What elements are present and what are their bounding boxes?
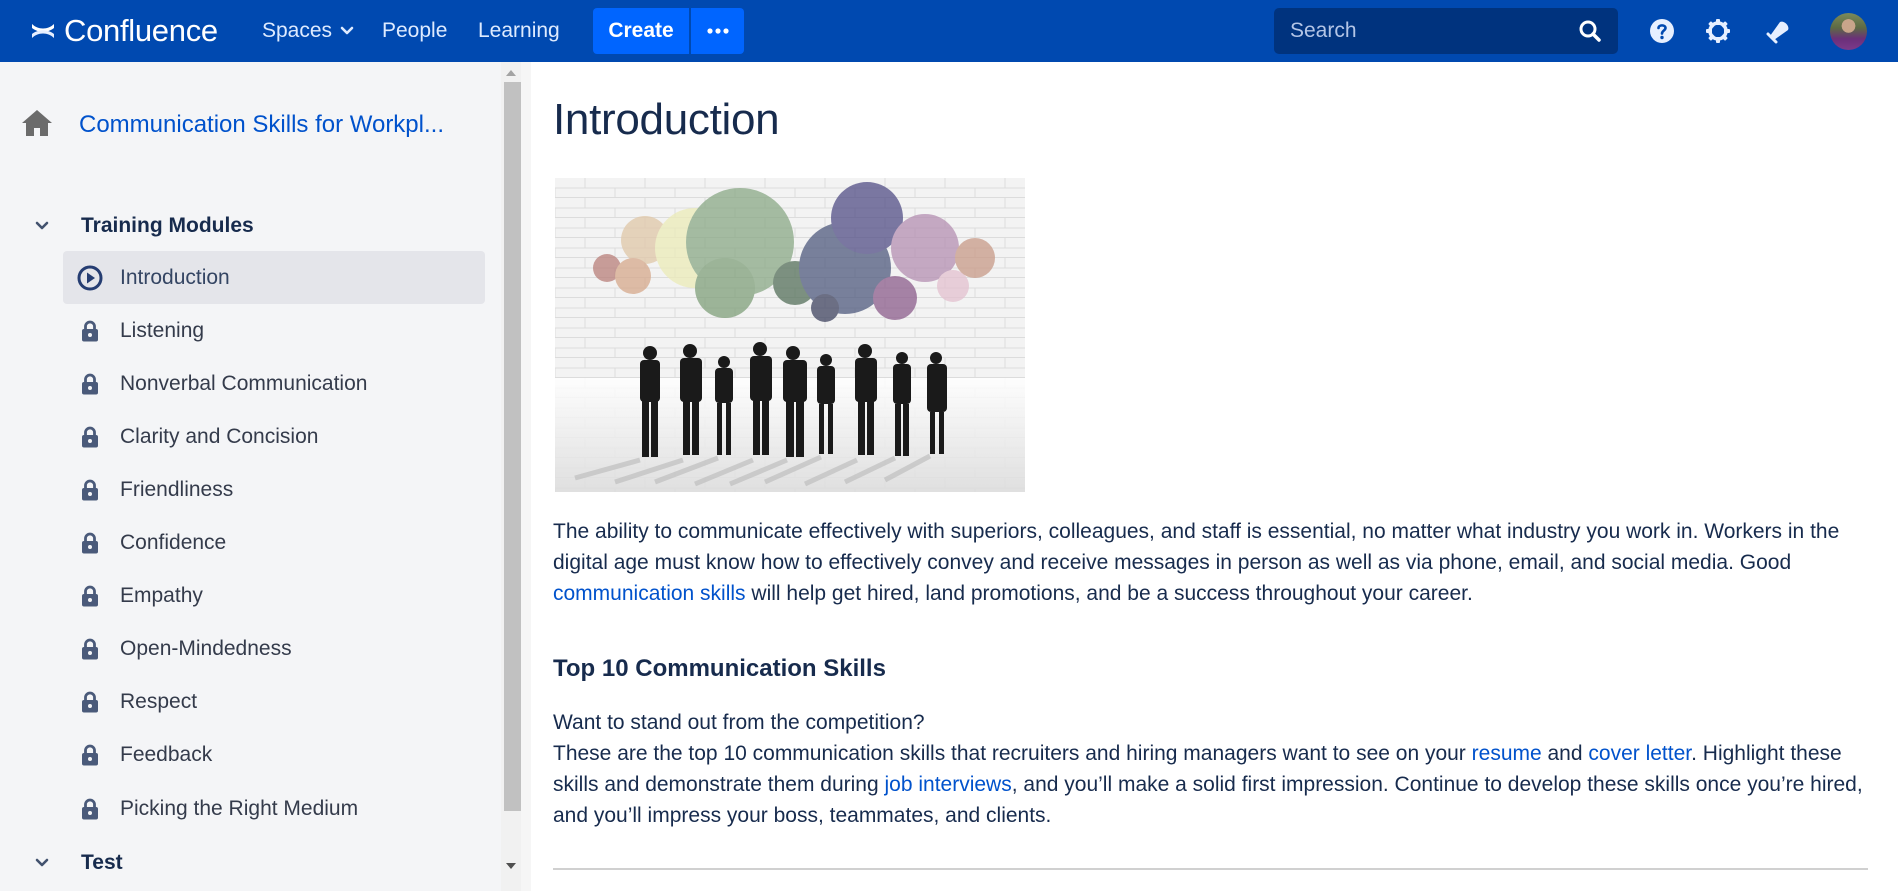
help-button[interactable]: [1648, 17, 1676, 45]
page-content: Introduction The ability to communicate …: [553, 62, 1868, 891]
tree-item-label: Clarity and Concision: [120, 424, 319, 448]
lock-icon: [77, 636, 103, 662]
tree-item-empathy[interactable]: Empathy: [63, 569, 485, 622]
section-label: Training Modules: [81, 214, 254, 237]
home-icon: [22, 110, 52, 136]
tree-item-label: Listening: [120, 318, 205, 342]
scrollbar-thumb[interactable]: [504, 82, 521, 811]
search-box: [1274, 8, 1618, 54]
triangle-down-icon: [506, 863, 516, 869]
nav-learning-label: Learning: [478, 19, 560, 42]
competition-question: Want to stand out from the competition?: [553, 711, 925, 734]
cover-letter-link[interactable]: cover letter: [1588, 742, 1691, 765]
confluence-logo[interactable]: Confluence: [30, 12, 218, 50]
sidebar: Communication Skills for Workpl... Train…: [0, 62, 501, 891]
help-icon: [1650, 19, 1674, 43]
lock-icon: [77, 318, 103, 344]
tree-item-label: Respect: [120, 689, 198, 713]
user-avatar[interactable]: [1830, 13, 1867, 50]
scroll-up-arrow[interactable]: [501, 64, 521, 82]
tree-item-open-mindedness[interactable]: Open-Mindedness: [63, 622, 485, 675]
app-name: Confluence: [64, 13, 218, 48]
top-navigation-bar: Confluence Spaces People Learning Create: [0, 0, 1898, 62]
lock-icon: [77, 371, 103, 397]
sidebar-edge: [521, 62, 531, 891]
tree-item-listening[interactable]: Listening: [63, 304, 485, 357]
tree-item-label: Friendliness: [120, 477, 234, 501]
confluence-logo-icon: [32, 24, 54, 38]
notifications-icon: [1766, 21, 1789, 44]
search-icon[interactable]: [1578, 19, 1602, 43]
lock-icon: [77, 796, 103, 822]
hero-image: [555, 178, 1025, 492]
chevron-down-icon: [340, 26, 354, 35]
lock-icon: [77, 477, 103, 503]
tree-item-clarity-and-concision[interactable]: Clarity and Concision: [63, 410, 485, 463]
tree-item-label: Empathy: [120, 583, 203, 607]
tree-item-friendliness[interactable]: Friendliness: [63, 463, 485, 516]
sidebar-scrollbar[interactable]: [501, 62, 521, 891]
triangle-up-icon: [506, 70, 516, 76]
tree-section-test[interactable]: Test: [0, 843, 501, 883]
create-button[interactable]: Create: [593, 8, 689, 54]
resume-link[interactable]: resume: [1472, 742, 1542, 765]
top-skills-paragraph: Want to stand out from the competition? …: [553, 707, 1868, 831]
space-title: Communication Skills for Workpl...: [79, 111, 444, 138]
tree-item-label: Nonverbal Communication: [120, 371, 368, 395]
create-button-group: Create: [593, 8, 744, 54]
lock-icon: [77, 530, 103, 556]
tree-item-nonverbal-communication[interactable]: Nonverbal Communication: [63, 357, 485, 410]
lock-icon: [77, 689, 103, 715]
tree-item-label: Open-Mindedness: [120, 636, 292, 660]
tree-item-introduction[interactable]: Introduction: [63, 251, 485, 304]
ellipsis-icon: [706, 28, 729, 34]
skills-text-2: and: [1541, 742, 1589, 765]
intro-text-before: The ability to communicate effectively w…: [553, 520, 1840, 574]
space-home-link[interactable]: Communication Skills for Workpl...: [20, 107, 444, 139]
lock-icon: [77, 424, 103, 450]
skills-text-1: These are the top 10 communication skill…: [553, 742, 1472, 765]
nav-spaces[interactable]: Spaces: [262, 16, 354, 46]
tree-item-label: Introduction: [120, 265, 230, 289]
intro-text-after: will help get hired, land promotions, an…: [745, 582, 1473, 605]
nav-people-label: People: [382, 19, 448, 42]
communication-illustration: [555, 178, 1025, 492]
section-label: Test: [81, 851, 123, 874]
search-input[interactable]: [1290, 19, 1578, 43]
tree-item-feedback[interactable]: Feedback: [63, 728, 485, 781]
chevron-down-icon: [35, 221, 49, 230]
gear-icon: [1706, 19, 1730, 43]
notifications-button[interactable]: [1764, 17, 1792, 45]
create-more-button[interactable]: [689, 8, 744, 54]
tree-item-confidence[interactable]: Confidence: [63, 516, 485, 569]
intro-paragraph: The ability to communicate effectively w…: [553, 516, 1868, 609]
job-interviews-link[interactable]: job interviews: [885, 773, 1012, 796]
chevron-down-icon: [35, 858, 49, 867]
content-divider: [553, 868, 1868, 870]
tree-item-label: Feedback: [120, 742, 213, 766]
tree-item-respect[interactable]: Respect: [63, 675, 485, 728]
scroll-down-arrow[interactable]: [501, 857, 521, 875]
nav-people[interactable]: People: [382, 16, 447, 46]
tree-item-label: Picking the Right Medium: [120, 796, 359, 820]
lock-icon: [77, 583, 103, 609]
nav-learning[interactable]: Learning: [478, 16, 560, 46]
lock-icon: [77, 742, 103, 768]
play-circle-icon: [77, 265, 103, 291]
tree-item-label: Confidence: [120, 530, 227, 554]
settings-button[interactable]: [1704, 17, 1732, 45]
section-heading: Top 10 Communication Skills: [553, 655, 886, 682]
tree-item-picking-the-right-medium[interactable]: Picking the Right Medium: [63, 782, 485, 835]
nav-spaces-label: Spaces: [262, 19, 333, 42]
page-title: Introduction: [553, 95, 780, 144]
communication-skills-link[interactable]: communication skills: [553, 582, 746, 605]
tree-section-training-modules[interactable]: Training Modules: [0, 206, 501, 246]
